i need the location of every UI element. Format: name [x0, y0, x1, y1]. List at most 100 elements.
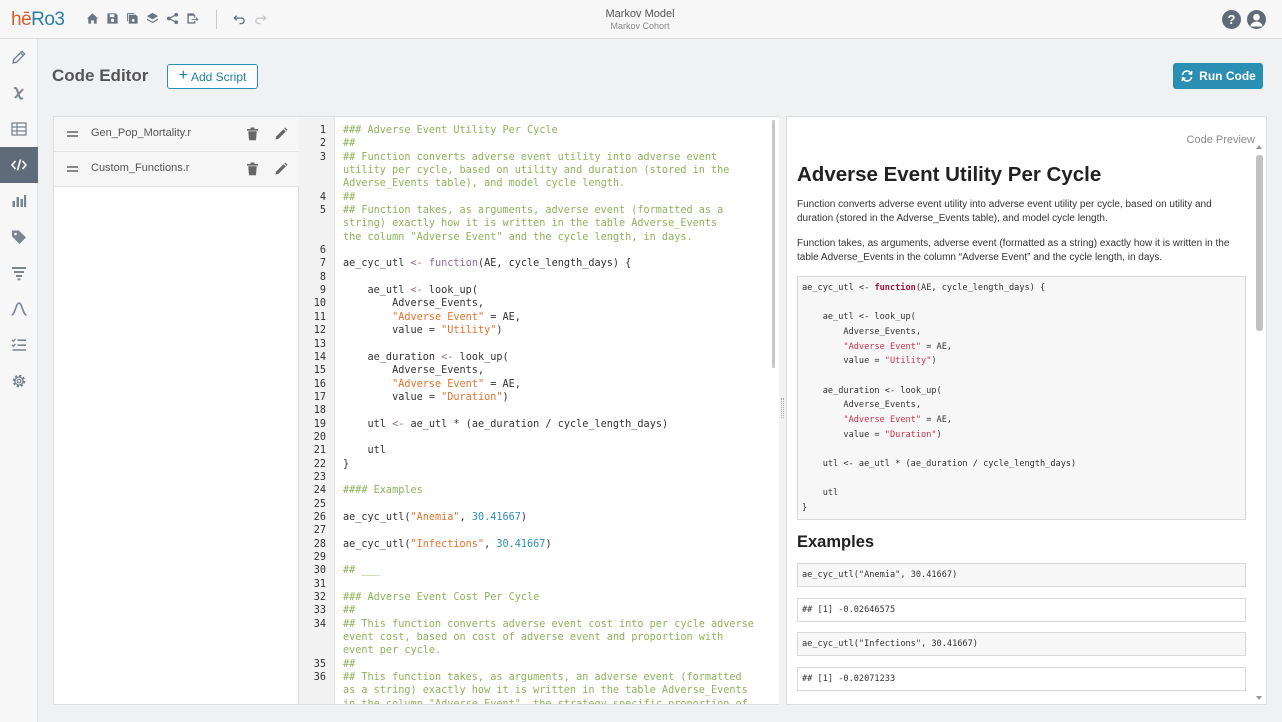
code-line[interactable]: 8: [320, 271, 763, 284]
undo-icon[interactable]: [233, 12, 246, 25]
save-icon[interactable]: [106, 12, 119, 25]
code-line[interactable]: 16 "Adverse Event" = AE,: [314, 378, 763, 391]
code-line[interactable]: 18: [314, 404, 763, 417]
run-code-button[interactable]: Run Code: [1173, 63, 1263, 89]
code-token: ##: [343, 658, 356, 670]
drag-handle-icon[interactable]: [67, 131, 78, 137]
code-token: ,: [484, 538, 497, 550]
code-line[interactable]: 15 Adverse_Events,: [314, 364, 763, 377]
scroll-down-icon[interactable]: [1256, 696, 1262, 700]
code-line[interactable]: as a string) exactly how it is written i…: [343, 684, 763, 697]
code-line[interactable]: event cost, based on cost of adverse eve…: [343, 631, 763, 644]
code-token: <-: [410, 258, 423, 270]
code-line[interactable]: 6: [320, 244, 763, 257]
preview-code-token: = AE,: [921, 341, 953, 352]
code-line[interactable]: in the column "Adverse Event", the strat…: [343, 698, 763, 704]
sidebar-item-distributions[interactable]: [0, 291, 38, 327]
line-number: 2: [319, 138, 326, 150]
code-line[interactable]: 9 ae_utl <- look_up(: [320, 284, 763, 297]
script-item[interactable]: Gen_Pop_Mortality.r: [54, 117, 299, 152]
code-line[interactable]: 1 ### Adverse Event Utility Per Cycle: [320, 124, 763, 137]
code-line[interactable]: 36 ## This function takes, as arguments, …: [314, 671, 763, 684]
preview-scrollbar[interactable]: [1256, 155, 1263, 331]
preview-label: Code Preview: [1186, 134, 1255, 146]
code-line[interactable]: 32 ### Adverse Event Cost Per Cycle: [314, 591, 763, 604]
sidebar-item-settings[interactable]: [0, 363, 38, 399]
share-icon[interactable]: [166, 12, 179, 25]
code-line[interactable]: 12 value = "Utility"): [314, 324, 763, 337]
code-line[interactable]: 30 ## ___: [314, 564, 763, 577]
checklist-icon: [11, 338, 26, 351]
code-line[interactable]: 24 #### Examples: [314, 484, 763, 497]
home-icon[interactable]: [86, 12, 99, 25]
code-line[interactable]: 23: [314, 471, 763, 484]
app-logo[interactable]: hēRo3: [11, 9, 65, 31]
code-token: ## Function converts adverse event utili…: [343, 151, 718, 163]
trash-icon[interactable]: [246, 162, 259, 176]
sidebar-item-parameters[interactable]: [0, 75, 38, 111]
export-icon[interactable]: [186, 12, 199, 25]
sidebar-item-labels[interactable]: [0, 219, 38, 255]
code-token: 30.41667: [471, 511, 521, 523]
code-line[interactable]: 3 ## Function converts adverse event util…: [320, 151, 763, 164]
sidebar-item-tables[interactable]: [0, 111, 38, 147]
code-line[interactable]: 28 ae_cyc_utl("Infections", 30.41667): [314, 538, 763, 551]
code-line[interactable]: 27: [314, 524, 763, 537]
code-line[interactable]: event per cycle.: [343, 644, 763, 657]
sidebar: [0, 39, 38, 722]
code-line[interactable]: 33 ##: [314, 604, 763, 617]
code-line[interactable]: Adverse_Events table), and model cycle l…: [343, 177, 763, 190]
line-number: 12: [313, 325, 326, 337]
code-line[interactable]: 13: [314, 338, 763, 351]
redo-icon[interactable]: [254, 12, 267, 25]
drag-handle-icon[interactable]: [67, 166, 78, 172]
edit-icon[interactable]: [274, 162, 288, 176]
code-line[interactable]: 4 ##: [320, 191, 763, 204]
code-line[interactable]: the column "Adverse Event" and the cycle…: [343, 231, 763, 244]
code-line[interactable]: 31: [314, 578, 763, 591]
code-editor[interactable]: 1 ### Adverse Event Utility Per Cycle 2 ## 3…: [299, 116, 779, 705]
code-line[interactable]: 34 ## This function converts adverse even…: [314, 618, 763, 631]
preview-code-token: utl: [802, 488, 839, 499]
preview-code-block: ae_cyc_utl <- function(AE, cycle_length_…: [797, 276, 1246, 520]
editor-scrollbar[interactable]: [772, 120, 775, 368]
trash-icon[interactable]: [246, 127, 259, 141]
user-avatar-icon[interactable]: [1247, 10, 1266, 29]
code-line[interactable]: 35 ##: [314, 658, 763, 671]
code-line[interactable]: 11 "Adverse Event" = AE,: [314, 311, 763, 324]
code-line[interactable]: 10 Adverse_Events,: [314, 297, 763, 310]
code-token: as a string) exactly how it is written i…: [343, 685, 748, 697]
script-list: Gen_Pop_Mortality.r Custom_Functions.r: [53, 116, 299, 705]
sidebar-item-checklist[interactable]: [0, 327, 38, 363]
splitter-handle[interactable]: [781, 398, 784, 418]
code-line[interactable]: 2 ##: [320, 137, 763, 150]
save-all-icon[interactable]: [126, 12, 139, 25]
layers-icon[interactable]: [146, 12, 159, 25]
scroll-up-icon[interactable]: [1256, 145, 1262, 149]
sidebar-item-filter[interactable]: [0, 255, 38, 291]
code-line[interactable]: 25: [314, 498, 763, 511]
code-line[interactable]: 20: [314, 431, 763, 444]
edit-icon[interactable]: [274, 127, 288, 141]
code-line[interactable]: string) exactly how it is written in the…: [343, 217, 763, 230]
code-preview-panel: Code Preview Adverse Event Utility Per C…: [786, 116, 1267, 705]
script-item[interactable]: Custom_Functions.r: [54, 152, 299, 187]
code-line[interactable]: 14 ae_duration <- look_up(: [314, 351, 763, 364]
code-line[interactable]: 5 ## Function takes, as arguments, advers…: [320, 204, 763, 217]
line-number: 26: [313, 511, 326, 523]
help-icon[interactable]: ?: [1222, 10, 1241, 29]
code-line[interactable]: 21 utl: [314, 444, 763, 457]
code-line[interactable]: 26 ae_cyc_utl("Anemia", 30.41667): [314, 511, 763, 524]
code-line[interactable]: 7 ae_cyc_utl <- function(AE, cycle_length…: [320, 257, 763, 270]
add-script-button[interactable]: + Add Script: [167, 64, 258, 89]
code-line[interactable]: 19 utl <- ae_utl * (ae_duration / cycle_…: [314, 418, 763, 431]
code-area[interactable]: 1 ### Adverse Event Utility Per Cycle 2 ## 3…: [314, 124, 763, 704]
code-line[interactable]: utility per cycle, based on utility and …: [343, 164, 763, 177]
code-line[interactable]: 29: [314, 551, 763, 564]
sidebar-item-code[interactable]: [0, 147, 38, 183]
code-line[interactable]: 17 value = "Duration"): [314, 391, 763, 404]
sidebar-item-editor[interactable]: [0, 39, 38, 75]
code-line[interactable]: 22}: [314, 458, 763, 471]
sidebar-item-results[interactable]: [0, 183, 38, 219]
preview-code-token: }: [802, 502, 808, 513]
